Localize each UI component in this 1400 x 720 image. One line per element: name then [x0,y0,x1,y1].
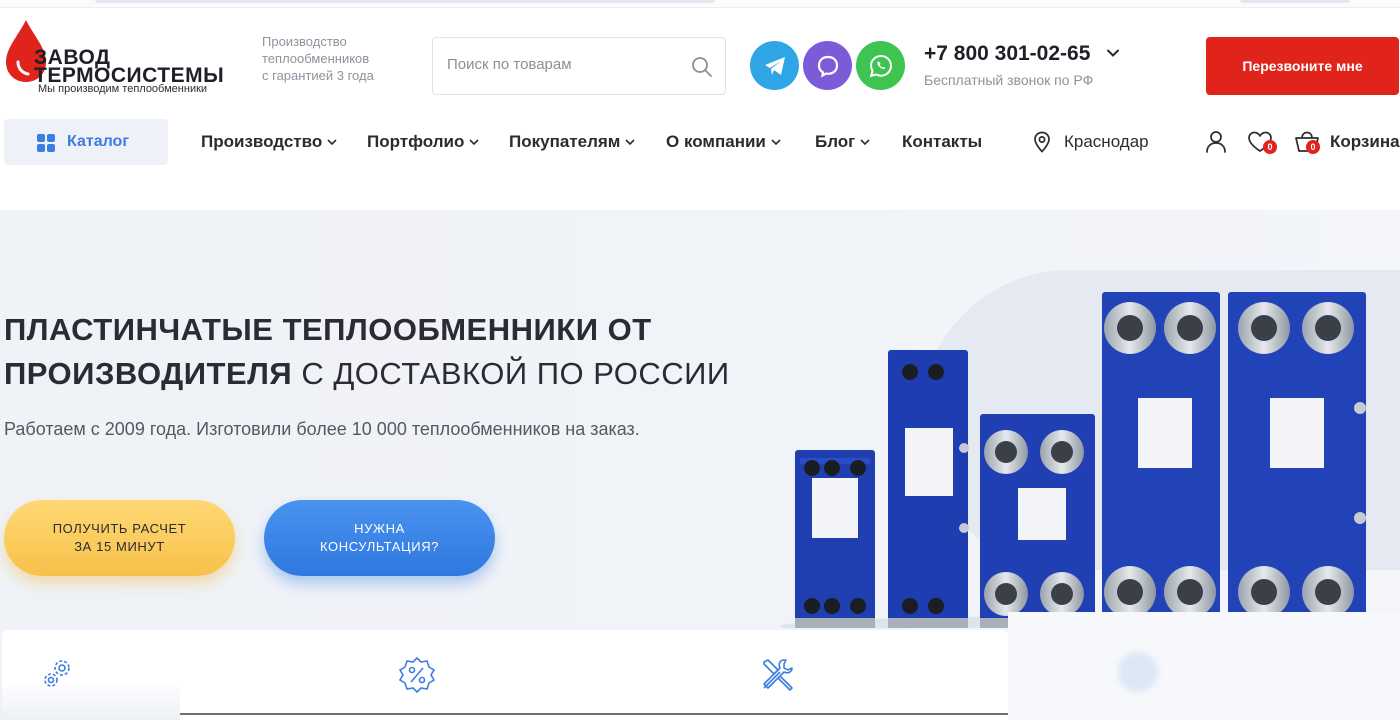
fade-overlay [0,686,180,720]
header-tagline: Производство теплообменников с гарантией… [262,33,422,84]
exchanger-unit [1228,292,1366,628]
nav-item-label: Покупателям [509,132,621,151]
city-selector[interactable]: Краснодар [1032,131,1149,153]
telegram-icon [764,56,785,75]
chevron-down-icon [860,139,870,146]
search-box [432,37,726,95]
phone-number[interactable]: +7 800 301-02-65 [924,42,1090,66]
cart-button[interactable]: 0 [1294,130,1324,158]
logo-slogan: Мы производим теплообменники [38,83,208,95]
button-line: КОНСУЛЬТАЦИЯ? [319,539,440,554]
heat-exchangers-image [780,292,1400,628]
exchanger-unit [980,414,1095,628]
fade-overlay [1008,612,1400,720]
favorites-button[interactable]: 0 [1247,130,1279,158]
consultation-button[interactable]: НУЖНА КОНСУЛЬТАЦИЯ? [264,500,495,576]
grid-icon [37,134,55,152]
nav-item-production[interactable]: Производство [201,132,338,152]
phone-note: Бесплатный звонок по РФ [924,72,1094,88]
city-name: Краснодар [1064,132,1149,151]
whatsapp-icon [869,54,892,77]
search-input[interactable] [447,56,677,73]
nav-item-label: Блог [815,132,856,151]
hero-title-bold: ПРОИЗВОДИТЕЛЯ [4,356,293,391]
exchanger-unit [1102,292,1220,628]
button-line: НУЖНА [354,521,405,536]
top-strip-pill [1240,0,1350,3]
favorites-count-badge: 0 [1263,140,1277,154]
hero-title-bold: ПЛАСТИНЧАТЫЕ ТЕПЛООБМЕННИКИ ОТ [4,312,652,347]
catalog-button[interactable]: Каталог [4,119,168,165]
nav-item-label: Производство [201,132,323,151]
tagline-line: с гарантией 3 года [262,68,374,83]
viber-icon [817,55,838,78]
cart-count-badge: 0 [1306,140,1320,154]
exchanger-unit [795,450,875,628]
nav-item-portfolio[interactable]: Портфолио [367,132,480,152]
get-calculation-button[interactable]: ПОЛУЧИТЬ РАСЧЕТ ЗА 15 МИНУТ [4,500,235,576]
tagline-line: Производство [262,34,347,49]
divider [180,713,1008,715]
search-icon[interactable] [691,56,713,78]
whatsapp-button[interactable] [856,41,905,90]
top-strip [0,0,1400,8]
nav-item-contacts[interactable]: Контакты [902,132,982,152]
top-strip-pill [95,0,715,3]
discount-badge-icon [398,656,436,694]
cart-label[interactable]: Корзина [1330,132,1400,152]
callback-button[interactable]: Перезвоните мне [1206,37,1399,95]
exchanger-unit [888,350,969,628]
gears-icon [44,660,70,687]
site-logo[interactable]: ЗАВОД ТЕРМОСИСТЕМЫ Мы производим теплооб… [4,18,244,98]
tools-icon [763,659,793,691]
nav-item-label: Портфолио [367,132,465,151]
hero-title: ПЛАСТИНЧАТЫЕ ТЕПЛООБМЕННИКИ ОТ ПРОИЗВОДИ… [4,308,730,396]
hero-subtitle: Работаем с 2009 года. Изготовили более 1… [4,419,640,439]
chevron-down-icon [771,139,781,146]
nav-item-about[interactable]: О компании [666,132,782,152]
hero-title-light: С ДОСТАВКОЙ ПО РОССИИ [292,356,730,391]
chevron-down-icon[interactable] [1106,46,1120,60]
button-line: ЗА 15 МИНУТ [74,539,165,554]
nav-item-label: Контакты [902,132,983,151]
location-pin-icon [1034,131,1050,153]
nav-item-blog[interactable]: Блог [815,132,871,152]
catalog-label: Каталог [67,133,129,150]
tagline-line: теплообменников [262,51,370,66]
blurred-icon [1118,652,1158,692]
button-line: ПОЛУЧИТЬ РАСЧЕТ [52,521,187,536]
chevron-down-icon [469,139,479,146]
nav-item-label: О компании [666,132,766,151]
user-icon[interactable] [1205,130,1227,154]
nav-item-customers[interactable]: Покупателям [509,132,636,152]
telegram-button[interactable] [750,41,799,90]
chevron-down-icon [327,139,337,146]
chevron-down-icon [625,139,635,146]
viber-button[interactable] [803,41,852,90]
